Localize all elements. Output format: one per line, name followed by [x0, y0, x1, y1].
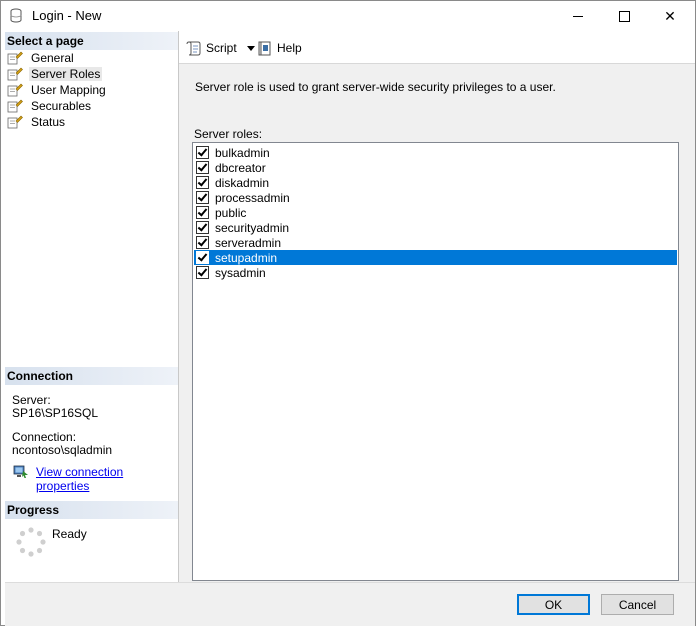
role-row-sysadmin[interactable]: sysadmin [194, 265, 677, 280]
close-icon: ✕ [664, 7, 676, 24]
connection-label: Connection: [12, 430, 77, 444]
sidebar-item-label: Status [31, 115, 66, 129]
progress-status: Ready [52, 527, 87, 541]
toolbar: Script Help [179, 31, 695, 64]
script-label: Script [206, 41, 237, 55]
role-label: processadmin [215, 190, 290, 205]
role-label: sysadmin [215, 265, 266, 280]
help-book-icon [258, 41, 271, 56]
sidebar-item-label: Server Roles [29, 67, 103, 81]
role-checkbox[interactable] [196, 146, 209, 159]
role-checkbox[interactable] [196, 236, 209, 249]
role-row-setupadmin[interactable]: setupadmin [194, 250, 677, 265]
sidebar-item-label: Securables [31, 99, 92, 113]
role-row-diskadmin[interactable]: diskadmin [194, 175, 677, 190]
connection-value: ncontoso\sqladmin [12, 443, 113, 457]
page-wrench-icon [7, 83, 23, 97]
role-checkbox[interactable] [196, 221, 209, 234]
server-roles-label: Server roles: [194, 127, 263, 141]
server-value: SP16\SP16SQL [12, 406, 99, 420]
role-label: setupadmin [215, 250, 278, 265]
minimize-icon [573, 15, 583, 17]
role-checkbox[interactable] [196, 206, 209, 219]
page-description: Server role is used to grant server-wide… [195, 80, 556, 94]
sidebar-item-status[interactable]: Status [5, 114, 67, 130]
right-pane: Script Help Server role is used to grant… [179, 31, 695, 582]
help-label: Help [277, 41, 302, 55]
sidebar-item-securables[interactable]: Securables [5, 98, 93, 114]
connection-properties-icon [13, 465, 28, 478]
window-title: Login - New [32, 8, 102, 23]
page-wrench-icon [7, 51, 23, 65]
cancel-button[interactable]: Cancel [601, 594, 674, 615]
sidebar-item-label: User Mapping [31, 83, 106, 97]
maximize-icon [618, 10, 630, 22]
connection-header: Connection [5, 367, 178, 385]
sidebar-item-label: General [31, 51, 74, 65]
page-wrench-icon [7, 99, 23, 113]
login-new-dialog: Login - New ✕ Select a page General Serve… [0, 0, 696, 626]
role-row-processadmin[interactable]: processadmin [194, 190, 677, 205]
role-row-public[interactable]: public [194, 205, 677, 220]
help-button[interactable]: Help [257, 39, 302, 57]
script-button[interactable]: Script [186, 39, 255, 57]
role-checkbox[interactable] [196, 176, 209, 189]
minimize-button[interactable] [555, 1, 601, 31]
left-pane: Select a page General Server Roles User Ma… [5, 31, 179, 582]
title-bar[interactable]: Login - New ✕ [1, 1, 695, 31]
sidebar-item-user-mapping[interactable]: User Mapping [5, 82, 108, 98]
role-row-securityadmin[interactable]: securityadmin [194, 220, 677, 235]
database-icon [10, 8, 22, 23]
role-label: dbcreator [215, 160, 266, 175]
progress-header: Progress [5, 501, 178, 519]
role-checkbox[interactable] [196, 191, 209, 204]
select-page-header: Select a page [5, 32, 178, 50]
server-label: Server: [12, 393, 51, 407]
view-connection-properties-link[interactable]: View connection properties [36, 465, 178, 493]
role-label: bulkadmin [215, 145, 270, 160]
role-label: serveradmin [215, 235, 282, 250]
role-checkbox[interactable] [196, 161, 209, 174]
chevron-down-icon[interactable] [246, 45, 255, 51]
page-wrench-icon [7, 67, 23, 81]
role-row-serveradmin[interactable]: serveradmin [194, 235, 677, 250]
role-checkbox[interactable] [196, 266, 209, 279]
progress-spinner-icon [16, 527, 46, 557]
page-wrench-icon [7, 115, 23, 129]
sidebar-item-general[interactable]: General [5, 50, 76, 66]
role-row-bulkadmin[interactable]: bulkadmin [194, 145, 677, 160]
role-label: public [215, 205, 247, 220]
role-label: securityadmin [215, 220, 290, 235]
role-label: diskadmin [215, 175, 270, 190]
ok-button[interactable]: OK [517, 594, 590, 615]
role-row-dbcreator[interactable]: dbcreator [194, 160, 677, 175]
button-bar: OK Cancel [5, 582, 695, 626]
role-checkbox[interactable] [196, 251, 209, 264]
sidebar-item-server-roles[interactable]: Server Roles [5, 66, 103, 82]
script-icon [186, 41, 201, 56]
maximize-button[interactable] [601, 1, 647, 31]
server-roles-list[interactable]: bulkadmin dbcreator diskadmin processadmin p… [192, 142, 679, 581]
close-button[interactable]: ✕ [647, 1, 693, 31]
